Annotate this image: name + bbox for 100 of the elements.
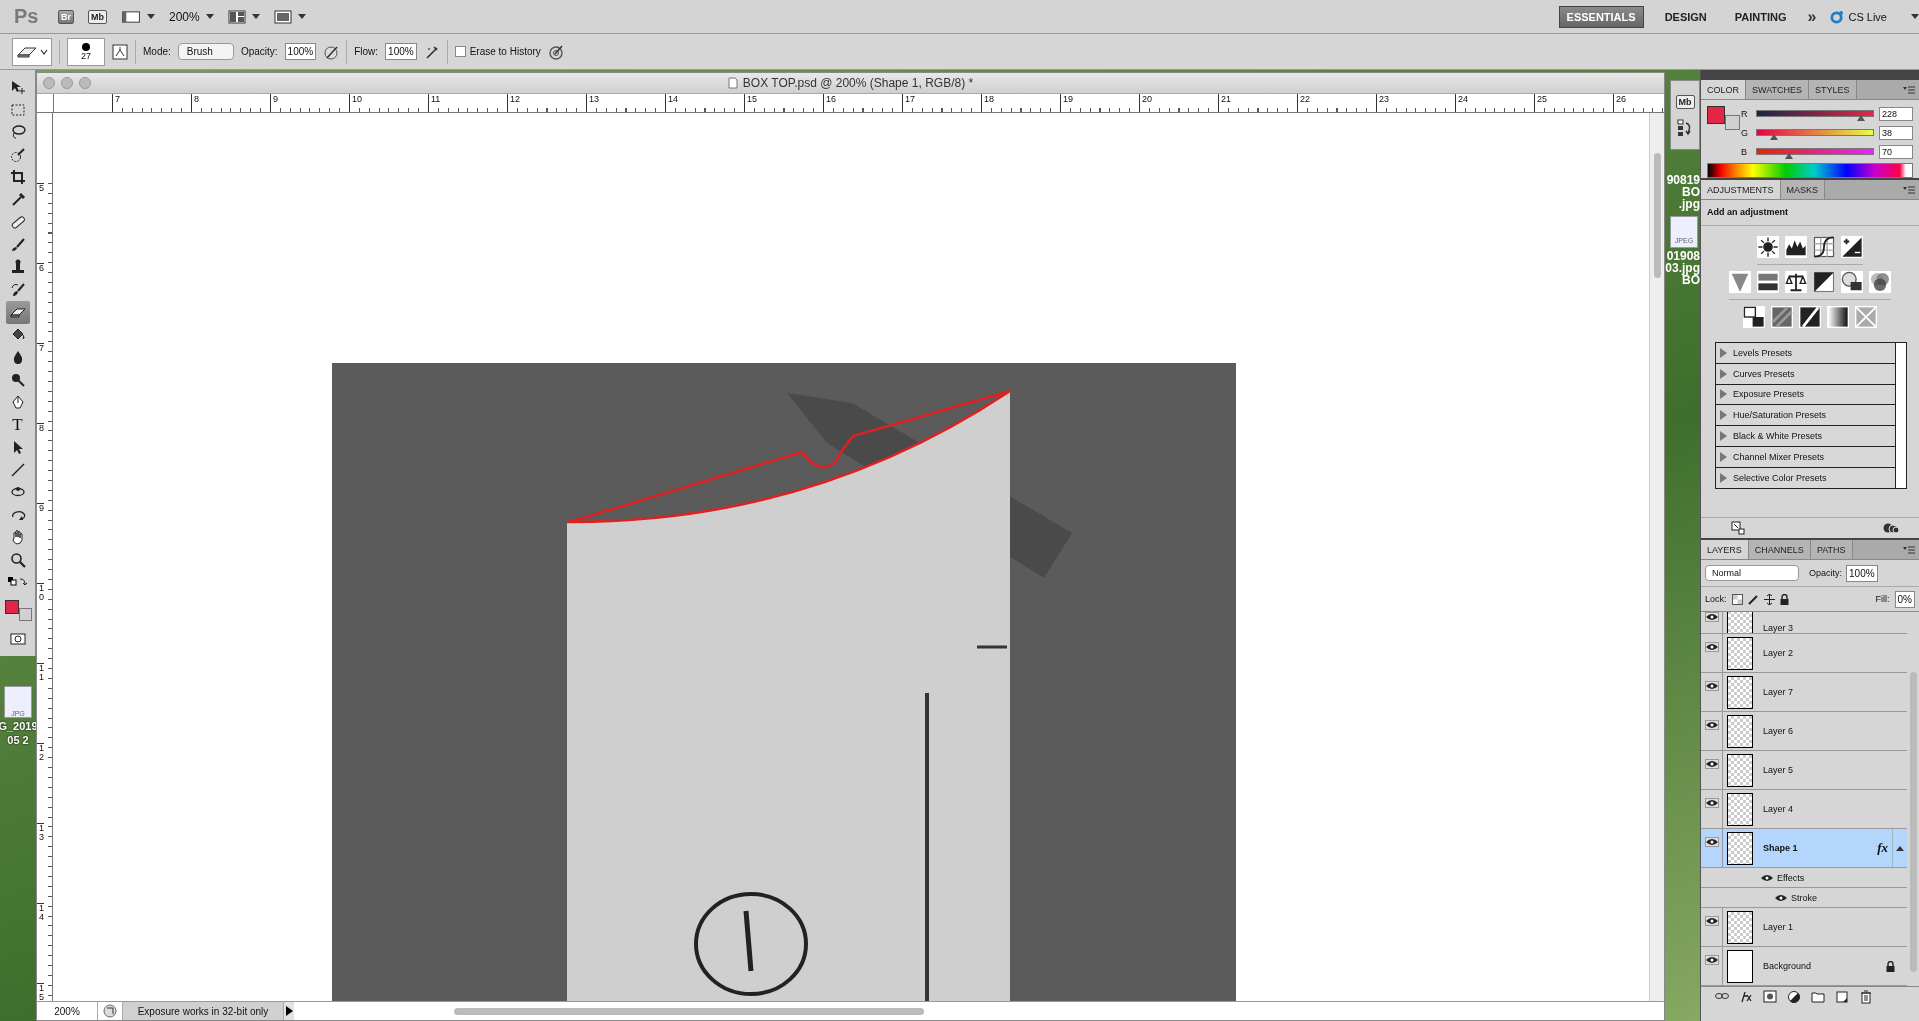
panel-tab[interactable]: CHANNELS xyxy=(1748,540,1811,559)
preset-list-item[interactable]: Hue/Saturation Presets xyxy=(1716,405,1896,427)
zoom-field[interactable]: 200% xyxy=(37,1002,98,1020)
lasso-tool-icon[interactable] xyxy=(9,124,26,141)
eye-icon[interactable] xyxy=(1705,682,1718,690)
histogram-icon[interactable] xyxy=(1785,236,1807,258)
mask-icon[interactable] xyxy=(1763,990,1777,1004)
caret-icon[interactable] xyxy=(1911,14,1919,19)
channel-value-field[interactable]: 228 xyxy=(1879,106,1913,121)
mini-bridge-button[interactable]: Mb xyxy=(88,9,107,24)
crop-tool-icon[interactable] xyxy=(9,169,26,186)
curve-icon[interactable] xyxy=(1813,236,1835,258)
folder-icon[interactable] xyxy=(1811,990,1825,1004)
expand-triangle-icon[interactable] xyxy=(1720,368,1727,379)
layer-style-icon[interactable] xyxy=(1739,990,1753,1004)
panel-tab[interactable]: LAYERS xyxy=(1701,540,1749,559)
channel-value-field[interactable]: 70 xyxy=(1879,144,1913,159)
workspace-button[interactable]: DESIGN xyxy=(1657,6,1714,27)
zoom-level[interactable]: 200% xyxy=(169,9,200,24)
exposure-icon[interactable] xyxy=(1841,236,1863,258)
layer-row[interactable]: Layer 5 xyxy=(1701,751,1907,790)
panel-menu-icon[interactable] xyxy=(1903,85,1915,94)
more-workspaces-button[interactable]: » xyxy=(1807,7,1817,26)
eye-icon[interactable] xyxy=(1705,760,1718,768)
tool-preset-picker[interactable] xyxy=(12,37,52,66)
erase-to-history-checkbox[interactable] xyxy=(454,46,466,57)
trash-icon[interactable] xyxy=(1859,990,1873,1004)
pressure-opacity-icon[interactable] xyxy=(323,43,340,60)
screen-mode-icon[interactable] xyxy=(273,9,292,24)
preset-list-item[interactable]: Selective Color Presets xyxy=(1716,467,1896,488)
eye-icon[interactable] xyxy=(1761,873,1773,882)
triangle-icon[interactable] xyxy=(1729,271,1751,293)
layer-row[interactable]: Layer 3 xyxy=(1701,612,1907,634)
fill-field[interactable]: 0% xyxy=(1894,590,1915,608)
diagonal-icon[interactable] xyxy=(1813,271,1835,293)
panel-tab[interactable]: PATHS xyxy=(1810,540,1853,559)
panel-menu-icon[interactable] xyxy=(1903,545,1915,554)
slash-icon[interactable] xyxy=(1799,306,1821,328)
line-tool-icon[interactable] xyxy=(9,461,26,478)
sun-icon[interactable] xyxy=(1757,236,1779,258)
brush-tool-icon[interactable] xyxy=(9,236,26,253)
color-spectrum-bar[interactable] xyxy=(1707,163,1913,178)
selected-layer-row[interactable]: Shape 1 fx xyxy=(1701,829,1907,868)
eye-icon[interactable] xyxy=(1705,613,1718,621)
squares-icon[interactable] xyxy=(1743,306,1765,328)
dodge-tool-icon[interactable] xyxy=(9,371,26,388)
stripes-icon[interactable] xyxy=(1757,271,1779,293)
status-menu-arrow-icon[interactable] xyxy=(284,1005,294,1017)
marquee-tool-icon[interactable] xyxy=(9,101,26,118)
channel-value-field[interactable]: 38 xyxy=(1879,125,1913,140)
layer-row[interactable]: Layer 1 xyxy=(1701,908,1907,947)
expand-triangle-icon[interactable] xyxy=(1720,472,1727,483)
brush-panel-icon[interactable] xyxy=(112,43,128,60)
type-tool[interactable]: T xyxy=(12,414,23,435)
cs-live-button[interactable]: CS Live xyxy=(1830,9,1887,24)
mini-bridge-button[interactable]: Mb xyxy=(1675,95,1695,109)
preset-list-item[interactable]: Black & White Presets xyxy=(1716,426,1896,447)
panel-tab[interactable]: ADJUSTMENTS xyxy=(1701,180,1781,199)
opacity-field[interactable]: 100% xyxy=(284,43,317,60)
blend-mode-select[interactable]: Normal xyxy=(1705,565,1799,581)
flow-field[interactable]: 100% xyxy=(385,43,417,60)
status-info-icon[interactable] xyxy=(103,1004,117,1018)
eye-icon[interactable] xyxy=(1705,799,1718,807)
layer-row[interactable]: Layer 7 xyxy=(1701,673,1907,712)
panel-menu-icon[interactable] xyxy=(1903,185,1915,194)
mode-select[interactable]: Brush xyxy=(177,43,234,60)
panel-tab[interactable]: STYLES xyxy=(1809,80,1857,99)
arrange-documents-icon[interactable] xyxy=(227,9,246,24)
scales-icon[interactable] xyxy=(1785,271,1807,293)
stamp-tool-icon[interactable] xyxy=(9,259,26,276)
swap-colors-icon[interactable] xyxy=(7,577,28,588)
eye-icon[interactable] xyxy=(1705,643,1718,651)
opacity-field[interactable]: 100% xyxy=(1846,564,1878,582)
eye-icon[interactable] xyxy=(1705,917,1718,925)
brush-preset-picker[interactable]: 27 xyxy=(67,37,105,66)
new-layer-icon[interactable] xyxy=(1835,990,1849,1004)
workspace-button[interactable]: PAINTING xyxy=(1727,6,1794,27)
background-color-swatch[interactable] xyxy=(1725,115,1740,130)
slider-thumb[interactable] xyxy=(1856,115,1865,121)
view-extras-icon[interactable] xyxy=(121,9,141,24)
layer-row[interactable]: Layer 2 xyxy=(1701,634,1907,673)
eye-icon[interactable] xyxy=(1775,893,1787,902)
workspace-button[interactable]: ESSENTIALS xyxy=(1558,5,1644,28)
lock-icon[interactable] xyxy=(1779,593,1789,605)
preset-list-item[interactable]: Levels Presets xyxy=(1716,343,1896,364)
move-tool-icon[interactable] xyxy=(9,79,26,96)
hatched-square-icon[interactable] xyxy=(1771,306,1793,328)
quick-mask-icon[interactable] xyxy=(9,632,26,645)
expand-triangle-icon[interactable] xyxy=(1720,451,1727,462)
foreground-color-swatch[interactable] xyxy=(4,599,19,614)
preset-list-item[interactable]: Exposure Presets xyxy=(1716,384,1896,406)
eye-icon[interactable] xyxy=(1705,721,1718,729)
expand-triangle-icon[interactable] xyxy=(1720,347,1727,358)
layer-row[interactable]: Background xyxy=(1701,947,1907,986)
preset-list-item[interactable]: Channel Mixer Presets xyxy=(1716,447,1896,468)
expand-view-icon[interactable] xyxy=(1731,521,1745,535)
tablet-pressure-icon[interactable] xyxy=(547,43,564,60)
clip-layer-icon[interactable] xyxy=(1883,521,1899,535)
history-brush-tool-icon[interactable] xyxy=(9,281,26,298)
layer-row[interactable]: Layer 6 xyxy=(1701,712,1907,751)
